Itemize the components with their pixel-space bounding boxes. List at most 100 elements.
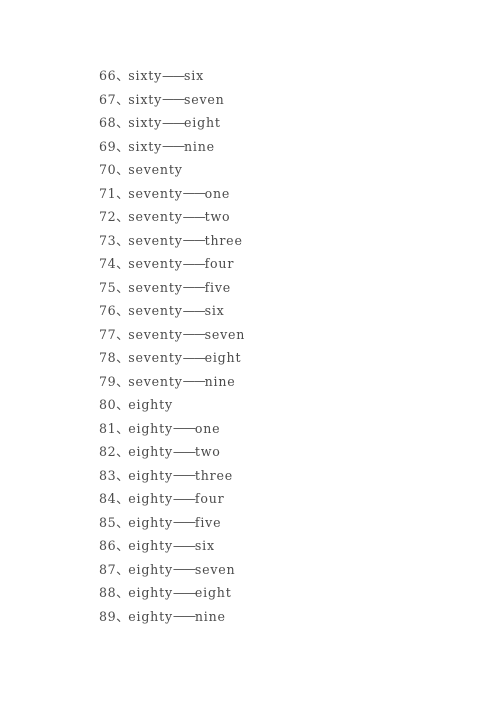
list-item-suffix: six bbox=[194, 538, 215, 553]
em-dash-separator: —— bbox=[172, 444, 196, 459]
list-item-word: seventy bbox=[128, 256, 183, 271]
em-dash-separator: —— bbox=[182, 303, 206, 318]
ideographic-comma: 、 bbox=[116, 491, 129, 506]
list-item-word: eighty bbox=[128, 514, 173, 530]
list-item-number: 76 bbox=[99, 303, 117, 318]
list-item-suffix: nine bbox=[184, 138, 215, 154]
list-item: 86、eighty——six bbox=[99, 534, 429, 558]
em-dash-separator: —— bbox=[172, 585, 196, 600]
list-item-number: 84 bbox=[99, 491, 117, 506]
em-dash-separator: —— bbox=[172, 468, 196, 482]
list-item-word: eighty bbox=[128, 467, 173, 483]
list-item-suffix: four bbox=[194, 491, 225, 506]
list-item-word: sixty bbox=[128, 138, 163, 154]
list-item-suffix: four bbox=[204, 256, 235, 271]
list-item-word: eighty bbox=[128, 538, 173, 553]
ideographic-comma: 、 bbox=[116, 420, 129, 436]
list-item: 71、seventy——one bbox=[99, 182, 429, 206]
list-item: 75、seventy——five bbox=[99, 276, 429, 300]
ideographic-comma: 、 bbox=[116, 138, 129, 154]
list-item: 66、sixty——six bbox=[99, 64, 429, 88]
list-item: 67、sixty——seven bbox=[99, 88, 429, 112]
list-item-word: seventy bbox=[128, 373, 183, 389]
list-item-number: 74 bbox=[99, 256, 117, 271]
list-item: 89、eighty——nine bbox=[99, 605, 429, 629]
ideographic-comma: 、 bbox=[116, 185, 129, 201]
list-item-word: seventy bbox=[128, 209, 183, 224]
em-dash-separator: —— bbox=[172, 562, 196, 576]
list-item-number: 67 bbox=[99, 91, 117, 107]
ideographic-comma: 、 bbox=[116, 256, 129, 271]
list-item-word: seventy bbox=[128, 279, 183, 295]
em-dash-separator: —— bbox=[182, 256, 206, 271]
list-item-word: eighty bbox=[128, 561, 173, 577]
list-item-suffix: nine bbox=[204, 373, 236, 389]
ideographic-comma: 、 bbox=[116, 514, 129, 530]
list-item-number: 77 bbox=[99, 326, 117, 342]
list-item: 81、eighty——one bbox=[99, 417, 429, 441]
list-item: 85、eighty——five bbox=[99, 511, 429, 535]
em-dash-separator: —— bbox=[172, 609, 196, 623]
list-item-word: eighty bbox=[128, 491, 173, 506]
em-dash-separator: —— bbox=[172, 515, 196, 529]
em-dash-separator: —— bbox=[182, 209, 206, 224]
list-item-suffix: eight bbox=[204, 350, 242, 365]
list-item-number: 87 bbox=[99, 561, 117, 577]
ideographic-comma: 、 bbox=[116, 209, 129, 224]
list-item-number: 75 bbox=[99, 279, 117, 295]
ideographic-comma: 、 bbox=[116, 326, 129, 342]
em-dash-separator: —— bbox=[182, 233, 206, 247]
list-item: 69、sixty——nine bbox=[99, 135, 429, 159]
list-item: 76、seventy——six bbox=[99, 299, 429, 323]
list-item-suffix: five bbox=[194, 514, 222, 530]
ideographic-comma: 、 bbox=[116, 444, 129, 459]
ideographic-comma: 、 bbox=[116, 608, 129, 624]
list-item: 72、seventy——two bbox=[99, 205, 429, 229]
ideographic-comma: 、 bbox=[116, 232, 129, 248]
list-item: 79、seventy——nine bbox=[99, 370, 429, 394]
em-dash-separator: —— bbox=[182, 280, 206, 294]
list-item-word: seventy bbox=[128, 232, 183, 248]
list-item-word: eighty bbox=[128, 608, 173, 624]
list-item-word: seventy bbox=[128, 162, 183, 177]
ideographic-comma: 、 bbox=[116, 538, 129, 553]
numbered-list: 66、sixty——six 67、sixty——seven 68、sixty——ei… bbox=[99, 64, 429, 628]
list-item-number: 68 bbox=[99, 115, 117, 130]
list-item-suffix: two bbox=[194, 444, 221, 459]
em-dash-separator: —— bbox=[162, 115, 185, 130]
ideographic-comma: 、 bbox=[116, 350, 129, 365]
em-dash-separator: —— bbox=[182, 374, 206, 388]
ideographic-comma: 、 bbox=[116, 397, 129, 412]
ideographic-comma: 、 bbox=[116, 279, 129, 295]
list-item-word: eighty bbox=[128, 420, 173, 436]
list-item-number: 66 bbox=[99, 68, 117, 83]
list-item-word: sixty bbox=[128, 68, 163, 83]
list-item-word: eighty bbox=[128, 397, 173, 412]
em-dash-separator: —— bbox=[182, 186, 206, 200]
list-item: 88、eighty——eight bbox=[99, 581, 429, 605]
list-item-suffix: six bbox=[184, 68, 204, 83]
em-dash-separator: —— bbox=[162, 68, 185, 83]
list-item-number: 80 bbox=[99, 397, 117, 412]
ideographic-comma: 、 bbox=[116, 68, 129, 83]
ideographic-comma: 、 bbox=[116, 373, 129, 389]
list-item-suffix: eight bbox=[194, 585, 232, 600]
list-item-suffix: seven bbox=[194, 561, 236, 577]
ideographic-comma: 、 bbox=[116, 91, 129, 107]
em-dash-separator: —— bbox=[182, 327, 206, 341]
list-item-word: eighty bbox=[128, 444, 173, 459]
list-item: 74、seventy——four bbox=[99, 252, 429, 276]
list-item-number: 81 bbox=[99, 420, 117, 436]
em-dash-separator: —— bbox=[162, 139, 185, 153]
ideographic-comma: 、 bbox=[116, 561, 129, 577]
ideographic-comma: 、 bbox=[116, 115, 129, 130]
list-item-word: sixty bbox=[128, 115, 163, 130]
list-item-word: seventy bbox=[128, 326, 183, 342]
em-dash-separator: —— bbox=[172, 421, 196, 435]
list-item-number: 89 bbox=[99, 608, 117, 624]
list-item-suffix: three bbox=[194, 467, 233, 483]
ideographic-comma: 、 bbox=[116, 467, 129, 483]
list-item-suffix: five bbox=[204, 279, 232, 295]
list-item: 78、seventy——eight bbox=[99, 346, 429, 370]
ideographic-comma: 、 bbox=[116, 585, 129, 600]
